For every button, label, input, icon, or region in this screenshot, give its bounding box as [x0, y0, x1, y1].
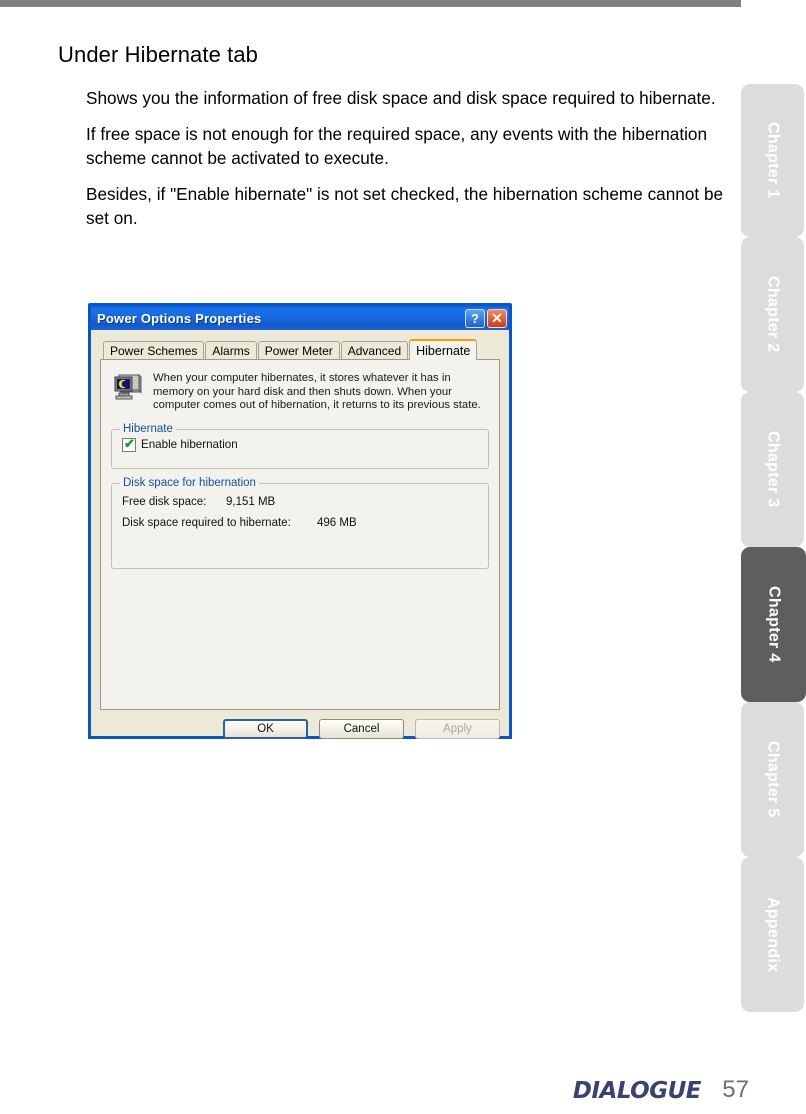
tab-alarms[interactable]: Alarms: [205, 341, 257, 359]
body-text: Shows you the information of free disk s…: [86, 86, 734, 230]
power-options-properties-dialog: Power Options Properties ? ✕ Power Schem…: [88, 303, 512, 739]
dialog-button-row: OK Cancel Apply: [100, 719, 500, 739]
rail-chip-label: Chapter 1: [764, 122, 782, 199]
rail-chip-label: Appendix: [764, 896, 782, 973]
enable-hibernation-label: Enable hibernation: [141, 438, 238, 451]
paragraph-3: Besides, if "Enable hibernate" is not se…: [86, 184, 724, 228]
hibernate-intro: When your computer hibernates, it stores…: [111, 370, 489, 413]
tab-hibernate[interactable]: Hibernate: [409, 339, 478, 360]
free-disk-space-label: Free disk space:: [122, 495, 207, 508]
page-footer: DIALOGUE 57: [0, 1072, 806, 1106]
rail-chip-chapter-4[interactable]: Chapter 4: [741, 547, 806, 702]
free-disk-space-value: 9,151 MB: [226, 495, 276, 508]
cancel-button[interactable]: Cancel: [319, 719, 404, 739]
paragraph-1: Shows you the information of free disk s…: [86, 88, 716, 108]
hibernate-description: When your computer hibernates, it stores…: [153, 372, 481, 411]
required-disk-space-label: Disk space required to hibernate:: [122, 516, 291, 529]
disk-space-groupbox: Disk space for hibernation Free disk spa…: [111, 476, 489, 569]
hibernate-tab-panel: When your computer hibernates, it stores…: [100, 359, 500, 710]
tabstrip: Power Schemes Alarms Power Meter Advance…: [100, 338, 500, 360]
chapter-rail: Chapter 1 Chapter 2 Chapter 3 Chapter 4 …: [741, 0, 806, 1114]
monitor-icon: [114, 373, 143, 400]
dialog-titlebar[interactable]: Power Options Properties ? ✕: [91, 306, 509, 330]
rail-chip-label: Chapter 2: [764, 276, 782, 353]
enable-hibernation-checkbox[interactable]: ✔: [122, 435, 136, 452]
checkmark-icon: ✔: [124, 435, 135, 451]
page-title: Under Hibernate tab: [58, 42, 259, 67]
hibernate-groupbox: Hibernate ✔ Enable hibernation: [111, 422, 489, 469]
page-number: 57: [722, 1076, 749, 1103]
rail-chip-chapter-3[interactable]: Chapter 3: [741, 392, 804, 547]
dialog-title: Power Options Properties: [97, 310, 262, 326]
rail-chip-label: Chapter 4: [765, 586, 783, 663]
rail-chip-label: Chapter 5: [764, 741, 782, 818]
dialog-body: Power Schemes Alarms Power Meter Advance…: [91, 330, 509, 739]
free-disk-space-row: Free disk space: 9,151 MB: [122, 496, 478, 508]
ok-button[interactable]: OK: [223, 719, 308, 739]
help-icon[interactable]: ?: [465, 308, 485, 328]
tab-advanced[interactable]: Advanced: [340, 341, 409, 359]
tab-power-schemes[interactable]: Power Schemes: [103, 341, 205, 359]
titlebar-buttons: ? ✕: [465, 308, 507, 328]
required-disk-space-row: Disk space required to hibernate: 496 MB: [122, 517, 478, 529]
brand-logo: DIALOGUE: [572, 1078, 702, 1104]
required-disk-space-value: 496 MB: [317, 516, 357, 529]
tab-power-meter[interactable]: Power Meter: [257, 341, 340, 359]
rail-chip-chapter-2[interactable]: Chapter 2: [741, 237, 804, 392]
paragraph-2: If free space is not enough for the requ…: [86, 124, 708, 168]
hibernate-group-title: Hibernate: [120, 422, 176, 435]
rail-chip-chapter-1[interactable]: Chapter 1: [741, 84, 804, 237]
rail-chip-chapter-5[interactable]: Chapter 5: [741, 702, 804, 857]
disk-space-group-title: Disk space for hibernation: [120, 476, 259, 489]
enable-hibernation-row[interactable]: ✔ Enable hibernation: [122, 435, 478, 452]
close-icon[interactable]: ✕: [487, 308, 507, 328]
rail-chip-appendix[interactable]: Appendix: [741, 857, 804, 1012]
rail-chip-label: Chapter 3: [764, 431, 782, 508]
apply-button: Apply: [415, 719, 500, 739]
page-content: Under Hibernate tab Shows you the inform…: [0, 0, 741, 1114]
